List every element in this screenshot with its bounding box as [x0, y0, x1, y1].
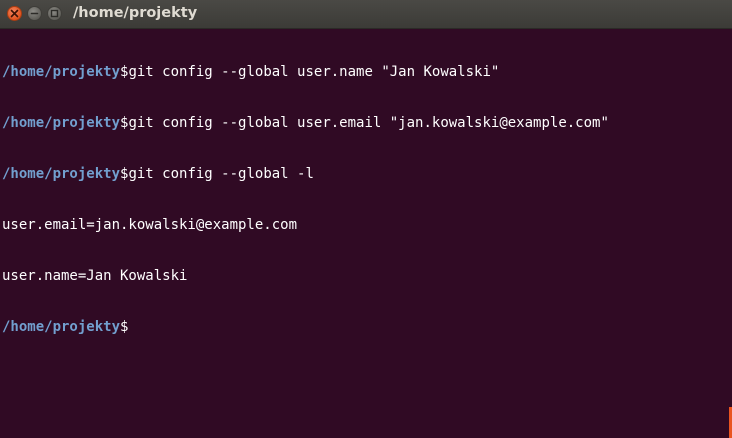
- close-icon: [10, 9, 19, 18]
- title-bar[interactable]: /home/projekty: [0, 0, 732, 29]
- output-line: user.name=Jan Kowalski: [2, 268, 188, 284]
- command-text: git config --global -l: [128, 166, 314, 182]
- terminal-line: /home/projekty$git config --global user.…: [2, 115, 728, 132]
- terminal-line: /home/projekty$git config --global user.…: [2, 64, 728, 81]
- maximize-button[interactable]: [47, 6, 62, 21]
- terminal-line: /home/projekty$git config --global -l: [2, 166, 728, 183]
- terminal-line: /home/projekty$: [2, 319, 728, 336]
- command-text: git config --global user.email "jan.kowa…: [128, 115, 609, 131]
- prompt-path: /home/projekty: [2, 166, 121, 182]
- terminal-output[interactable]: /home/projekty$git config --global user.…: [2, 30, 728, 436]
- command-text: git config --global user.name "Jan Kowal…: [128, 64, 500, 80]
- window-title: /home/projekty: [73, 5, 198, 21]
- minimize-icon: [30, 9, 39, 18]
- minimize-button[interactable]: [27, 6, 42, 21]
- output-line: user.email=jan.kowalski@example.com: [2, 217, 298, 233]
- prompt-symbol: $: [120, 319, 129, 335]
- maximize-icon: [50, 9, 59, 18]
- prompt-path: /home/projekty: [2, 319, 121, 335]
- terminal-window: /home/projekty /home/projekty$git config…: [0, 0, 732, 438]
- prompt-path: /home/projekty: [2, 64, 121, 80]
- prompt-path: /home/projekty: [2, 115, 121, 131]
- close-button[interactable]: [7, 6, 22, 21]
